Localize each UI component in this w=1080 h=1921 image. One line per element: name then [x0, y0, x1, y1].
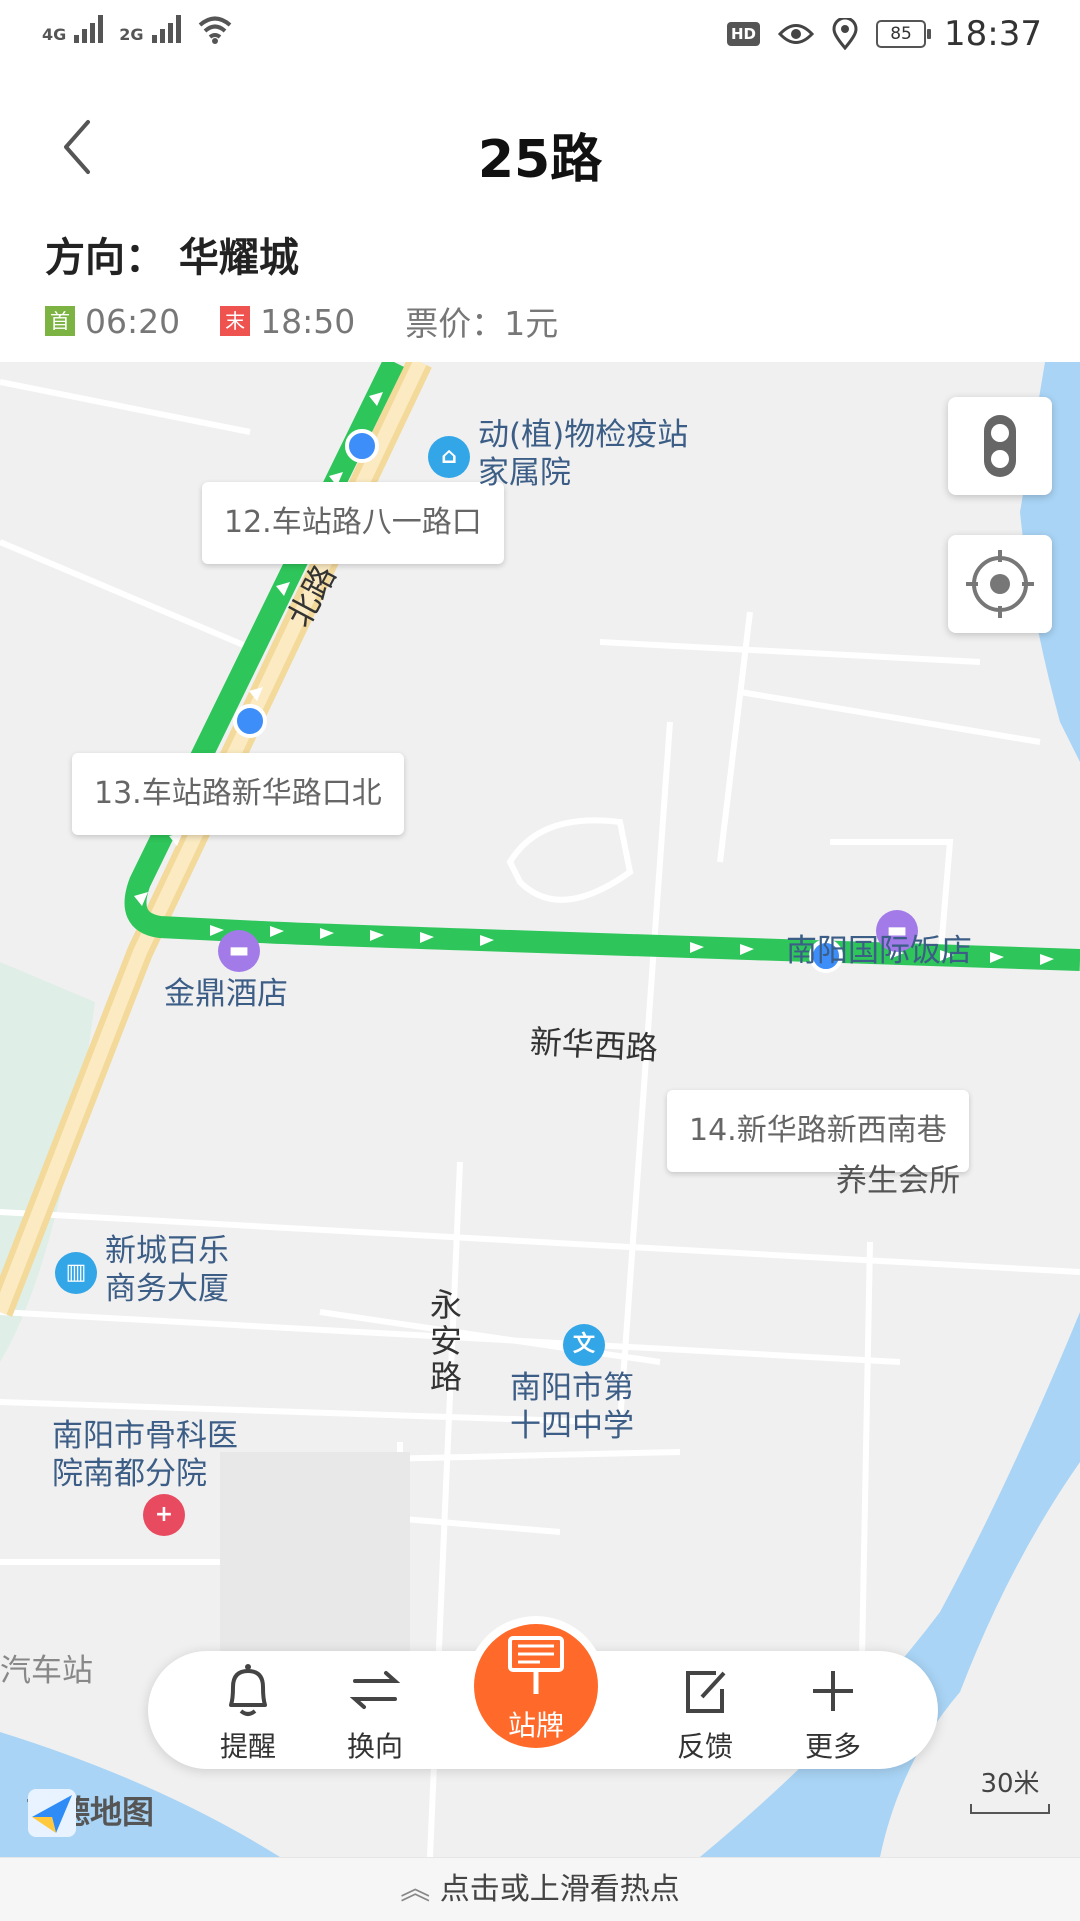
scale-label: 30米 [970, 1763, 1050, 1800]
location-icon [832, 18, 858, 50]
stop-sign-label: 站牌 [474, 1704, 598, 1744]
first-bus-badge: 首 [45, 306, 75, 336]
amap-logo: 高德地图 [26, 1787, 154, 1833]
clock: 18:37 [944, 14, 1042, 54]
cell-signal-icon-2: 2G [119, 15, 180, 43]
building-poi-icon: ▥ [55, 1252, 97, 1294]
hotel-poi-icon-2: ▬ [218, 930, 260, 972]
switch-direction-label: 换向 [320, 1725, 430, 1765]
feedback-label: 反馈 [650, 1725, 760, 1765]
map-scale: 30米 [970, 1763, 1050, 1814]
stop-label-13[interactable]: 13.车站路新华路口北 [72, 753, 404, 835]
network-type-label: 4G [42, 27, 66, 43]
hotspot-hint-text: 点击或上滑看热点 [440, 1872, 680, 1907]
poi-orthopedic-hospital[interactable]: 南阳市骨科医院南都分院 [52, 1417, 257, 1493]
stop-dot-13[interactable] [235, 706, 265, 736]
poi-jinding-hotel[interactable]: 金鼎酒店 [164, 975, 324, 1013]
stop-label-12[interactable]: 12.车站路八一路口 [202, 482, 504, 564]
traffic-toggle-button[interactable] [948, 397, 1052, 495]
poi-nanyang-hotel[interactable]: 南阳国际饭店 [786, 932, 986, 970]
last-bus-badge: 末 [220, 306, 250, 336]
poi-xincheng-building[interactable]: 新城百乐商务大厦 [105, 1232, 235, 1308]
amap-logo-icon [26, 1787, 78, 1839]
poi-health-club[interactable]: 养生会所 [836, 1162, 996, 1200]
poi-quarantine-station[interactable]: 动(植)物检疫站家属院 [478, 416, 708, 492]
stop-sign-button[interactable]: 站牌 [466, 1616, 606, 1766]
battery-indicator: 85 [876, 20, 926, 48]
bus-stop-sign-icon [474, 1624, 598, 1704]
hospital-poi-icon: + [143, 1494, 185, 1536]
more-label: 更多 [778, 1725, 888, 1765]
road-label-yongan: 永安路 [430, 1287, 464, 1395]
traffic-light-icon [948, 397, 1052, 495]
remind-label: 提醒 [193, 1725, 303, 1765]
status-bar: 4G 2G HD 85 18:37 [0, 0, 1080, 72]
road-label-xinhua-west: 新华西路 [529, 1017, 659, 1070]
hotspot-hint-bar[interactable]: ︽ 点击或上滑看热点 [0, 1857, 1080, 1921]
hd-badge: HD [727, 22, 760, 46]
network-type-label-2: 2G [119, 27, 143, 43]
cell-signal-icon: 4G [42, 15, 103, 43]
first-bus-time: 06:20 [85, 302, 180, 341]
swap-arrows-icon [320, 1661, 430, 1721]
route-info: 方向： 华耀城 首 06:20 末 18:50 票价：1元 [45, 225, 558, 345]
feedback-button[interactable]: 反馈 [650, 1661, 760, 1761]
direction-label: 方向： 华耀城 [45, 225, 558, 283]
more-button[interactable]: 更多 [778, 1661, 888, 1761]
locate-button[interactable] [948, 535, 1052, 633]
stop-label-14[interactable]: 14.新华路新西南巷 [667, 1090, 969, 1172]
scale-bar [970, 1804, 1050, 1814]
poi-bus-station[interactable]: 汽车站 [0, 1652, 150, 1690]
chevron-up-icon: ︽ [400, 1872, 430, 1907]
bell-icon [193, 1661, 303, 1721]
residence-poi-icon: ⌂ [428, 436, 470, 478]
last-bus-time: 18:50 [260, 302, 355, 341]
school-poi-icon: 文 [563, 1324, 605, 1366]
page-title: 25路 [0, 117, 1080, 192]
fare-label: 票价：1元 [405, 297, 558, 345]
poi-no14-school[interactable]: 南阳市第十四中学 [510, 1369, 640, 1445]
switch-direction-button[interactable]: 换向 [320, 1661, 430, 1761]
eye-icon [778, 21, 814, 47]
wifi-icon [197, 14, 233, 44]
edit-icon [650, 1661, 760, 1721]
stop-dot-12[interactable] [347, 431, 377, 461]
header: 25路 [0, 72, 1080, 222]
remind-button[interactable]: 提醒 [193, 1661, 303, 1761]
plus-icon [778, 1661, 888, 1721]
locate-icon [948, 535, 1052, 633]
